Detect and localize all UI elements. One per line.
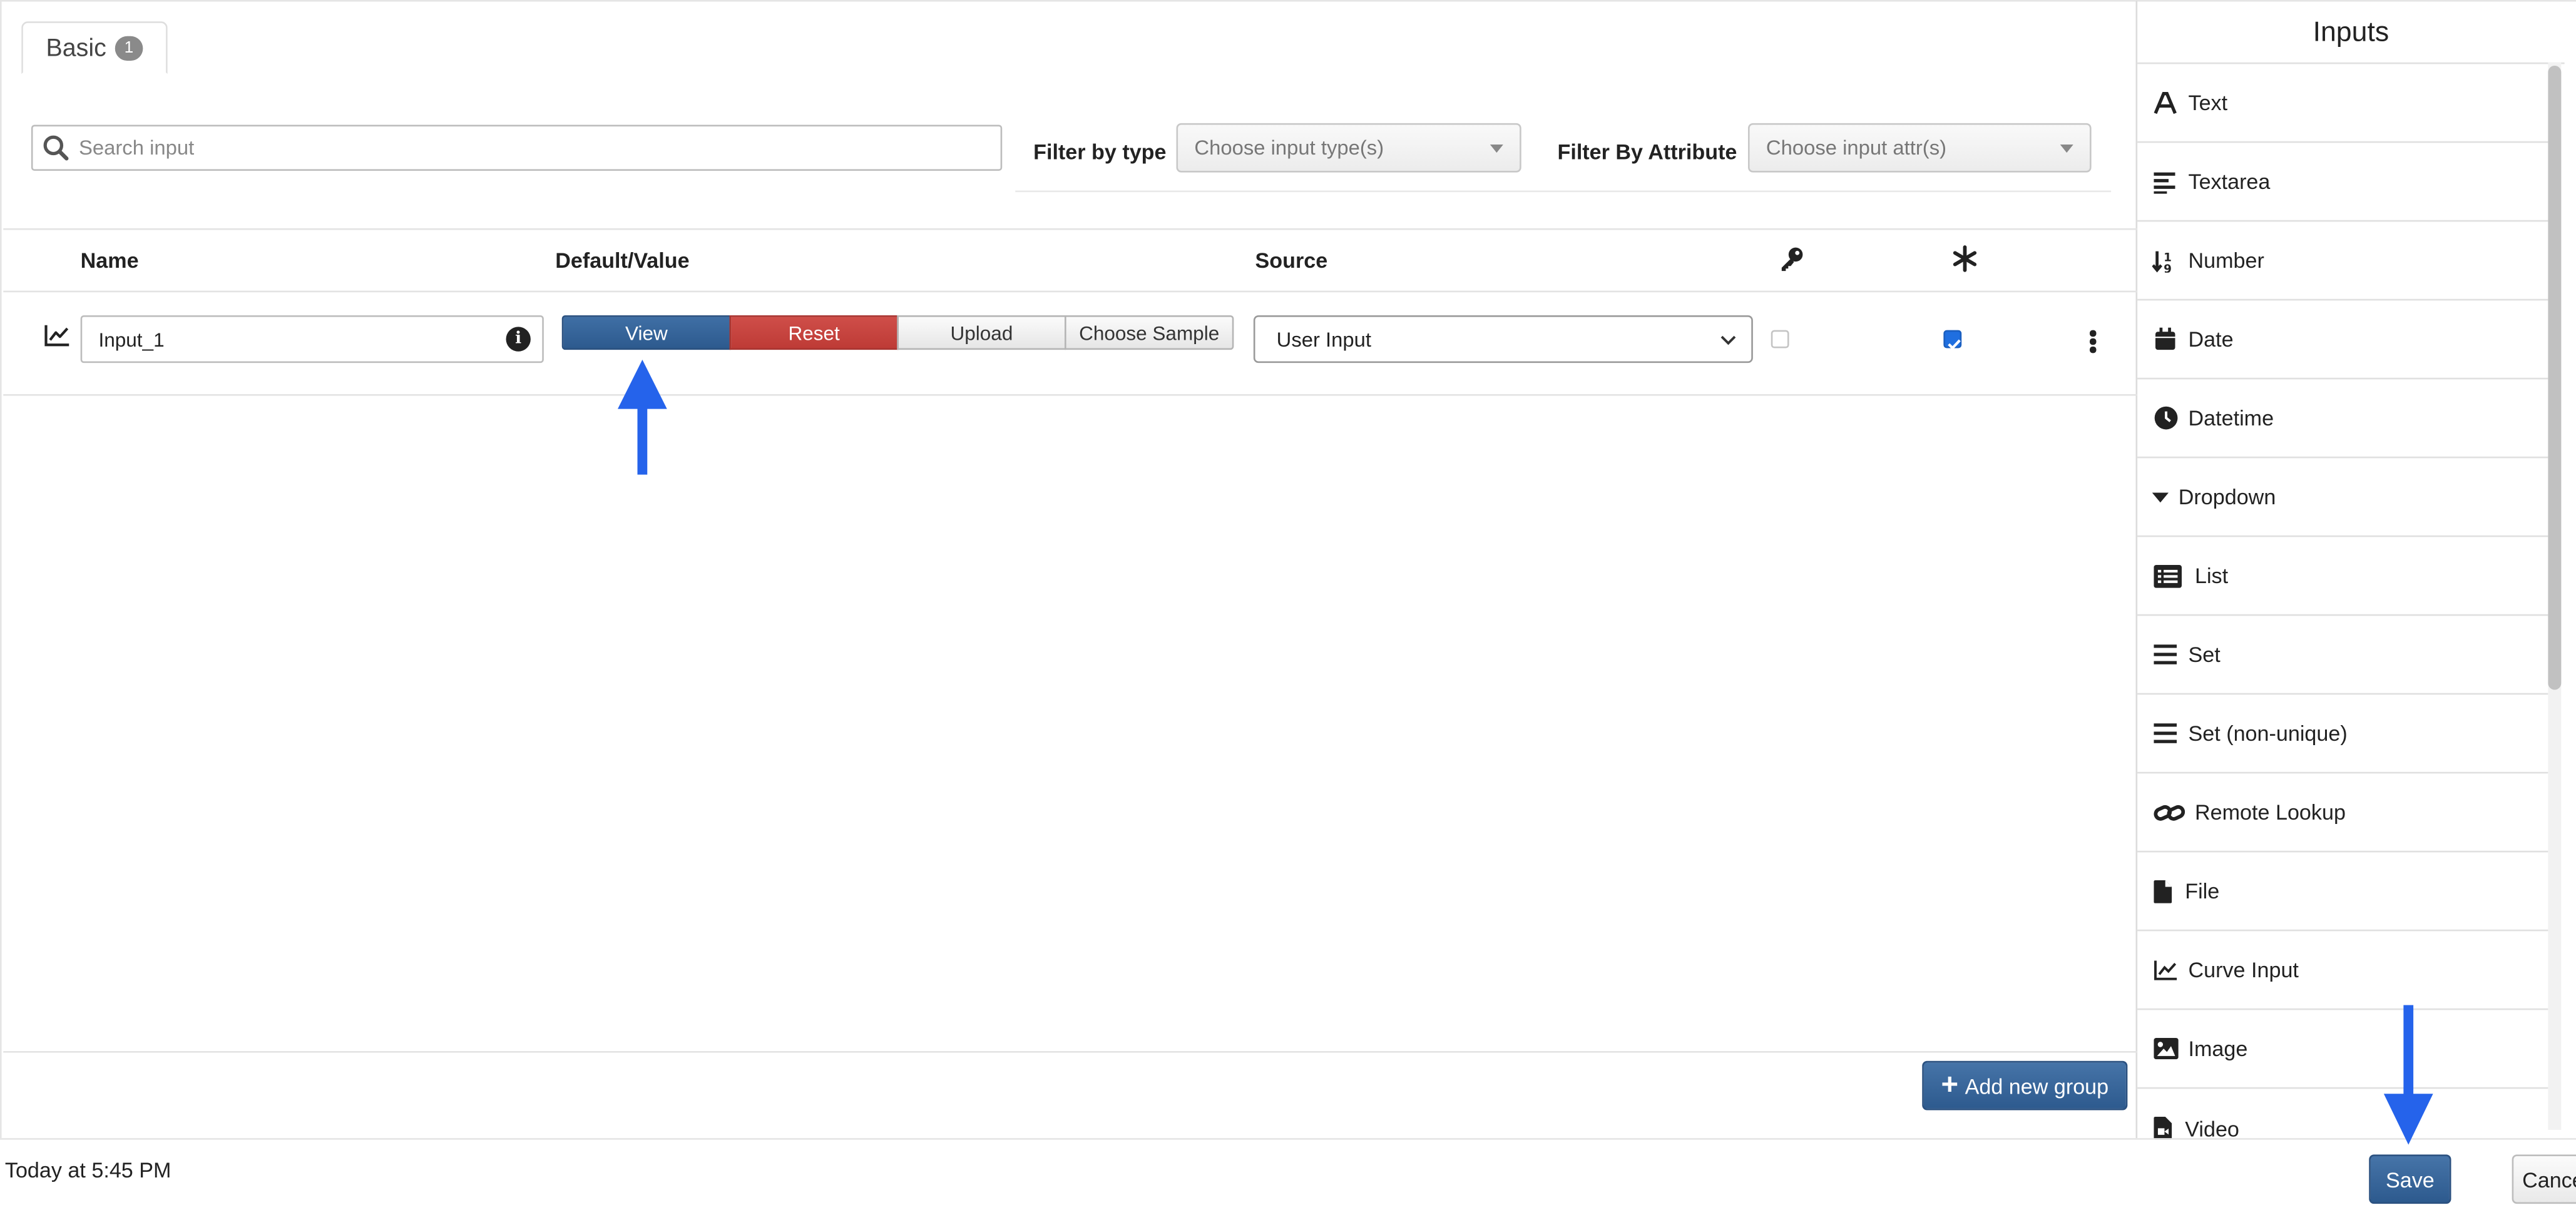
plus-icon: + [1941, 1067, 1959, 1100]
required-checkbox[interactable] [1943, 330, 1962, 350]
asterisk-icon [1953, 245, 1977, 272]
clock-icon [2152, 405, 2179, 431]
palette-item-image[interactable]: Image [2137, 1010, 2548, 1089]
palette-item-file[interactable]: File [2137, 852, 2548, 932]
caret-down-icon [1490, 145, 1503, 153]
bars-icon [2152, 641, 2179, 668]
divider [3, 228, 2138, 230]
link-icon [2152, 799, 2185, 825]
calendar-icon [2152, 326, 2179, 352]
video-file-icon [2152, 1115, 2172, 1141]
palette-item-date[interactable]: Date [2137, 300, 2548, 380]
palette-item-dropdown[interactable]: Dropdown [2137, 458, 2548, 537]
divider [3, 394, 2138, 396]
source-select[interactable]: User Input [1253, 315, 1753, 363]
palette-item-list[interactable]: List [2137, 537, 2548, 616]
add-new-group-button[interactable]: + Add new group [1922, 1060, 2128, 1111]
add-new-group-label: Add new group [1965, 1073, 2109, 1098]
chart-line-icon [44, 325, 69, 347]
palette-item-label: Textarea [2188, 169, 2271, 194]
tab-count-badge: 1 [114, 35, 144, 60]
palette-item-label: Datetime [2188, 405, 2274, 430]
search-input[interactable] [79, 136, 966, 160]
palette-item-label: Curve Input [2188, 957, 2299, 982]
caret-down-icon [2152, 484, 2169, 510]
palette-item-datetime[interactable]: Datetime [2137, 379, 2548, 459]
tab-basic[interactable]: Basic 1 [21, 21, 168, 74]
file-icon [2152, 878, 2172, 904]
svg-text:9: 9 [2164, 262, 2172, 272]
search-icon [43, 135, 69, 161]
palette-item-label: Video [2185, 1116, 2239, 1141]
list-icon [2152, 562, 2182, 589]
source-value: User Input [1276, 327, 1372, 351]
palette-item-label: Dropdown [2178, 484, 2276, 509]
caret-down-icon [2060, 145, 2073, 153]
divider [0, 1138, 2576, 1140]
annotation-arrow-up [618, 359, 667, 475]
input-name-value: Input_1 [98, 327, 165, 351]
palette-scrollbar-thumb[interactable] [2548, 66, 2562, 690]
filter-attr-placeholder: Choose input attr(s) [1766, 136, 1947, 160]
palette-item-remote-lookup[interactable]: Remote Lookup [2137, 773, 2548, 853]
inputs-palette: Inputs Text Textarea 19 Number Date Date… [2137, 0, 2576, 1141]
key-icon [1781, 247, 1803, 272]
palette-item-label: List [2195, 563, 2229, 588]
cancel-label: Cancel [2522, 1167, 2576, 1192]
palette-item-label: Set [2188, 642, 2221, 667]
value-button-group: View Reset Upload Choose Sample [561, 315, 1234, 350]
filter-attr-label: Filter By Attribute [1557, 140, 1737, 165]
palette-item-number[interactable]: 19 Number [2137, 221, 2548, 301]
view-button[interactable]: View [561, 315, 732, 350]
palette-item-label: File [2185, 878, 2220, 903]
chevron-down-icon [1720, 335, 1736, 345]
palette-item-label: Image [2188, 1036, 2248, 1061]
number-icon: 19 [2152, 247, 2179, 273]
palette-item-label: Remote Lookup [2195, 800, 2346, 825]
palette-item-curve-input[interactable]: Curve Input [2137, 931, 2548, 1010]
palette-item-textarea[interactable]: Textarea [2137, 143, 2548, 222]
bars-icon [2152, 720, 2179, 746]
save-button[interactable]: Save [2369, 1154, 2451, 1204]
filter-type-placeholder: Choose input type(s) [1194, 136, 1384, 160]
divider [3, 1051, 2138, 1053]
column-header-source: Source [1255, 248, 1328, 273]
search-box[interactable] [31, 125, 1003, 171]
row-menu-icon[interactable] [2090, 330, 2097, 355]
annotation-arrow-down [2383, 1005, 2433, 1145]
inputs-editor-panel: Basic 1 Filter by type Choose input type… [0, 0, 2138, 1139]
reset-button[interactable]: Reset [729, 315, 899, 350]
cancel-button[interactable]: Cancel [2512, 1154, 2576, 1204]
textarea-icon [2152, 168, 2179, 195]
filter-type-label: Filter by type [1033, 140, 1167, 165]
inputs-panel-title: Inputs [2137, 2, 2565, 64]
palette-item-label: Number [2188, 248, 2264, 273]
tab-label: Basic [46, 33, 106, 62]
palette-item-set[interactable]: Set [2137, 616, 2548, 695]
palette-item-label: Date [2188, 327, 2234, 352]
text-icon [2152, 89, 2179, 116]
image-icon [2152, 1035, 2179, 1062]
key-checkbox[interactable] [1771, 330, 1789, 348]
palette-item-set-non-unique[interactable]: Set (non-unique) [2137, 694, 2548, 774]
palette-item-label: Set (non-unique) [2188, 721, 2348, 746]
palette-item-video[interactable]: Video [2137, 1089, 2548, 1167]
app-window: Basic 1 Filter by type Choose input type… [0, 0, 2576, 1224]
column-header-name: Name [80, 248, 139, 273]
palette-item-label: Text [2188, 90, 2228, 115]
column-header-value: Default/Value [555, 248, 690, 273]
last-saved-timestamp: Today at 5:45 PM [4, 1157, 171, 1182]
chart-line-icon [2152, 957, 2179, 983]
choose-sample-button[interactable]: Choose Sample [1065, 315, 1234, 350]
input-name-field[interactable]: Input_1 i [80, 315, 544, 363]
filter-type-select[interactable]: Choose input type(s) [1176, 123, 1521, 173]
palette-item-text[interactable]: Text [2137, 64, 2548, 143]
filter-attr-select[interactable]: Choose input attr(s) [1748, 123, 2092, 173]
divider [3, 290, 2138, 293]
check-icon [1948, 339, 1961, 350]
upload-button[interactable]: Upload [897, 315, 1066, 350]
info-icon[interactable]: i [506, 327, 531, 352]
